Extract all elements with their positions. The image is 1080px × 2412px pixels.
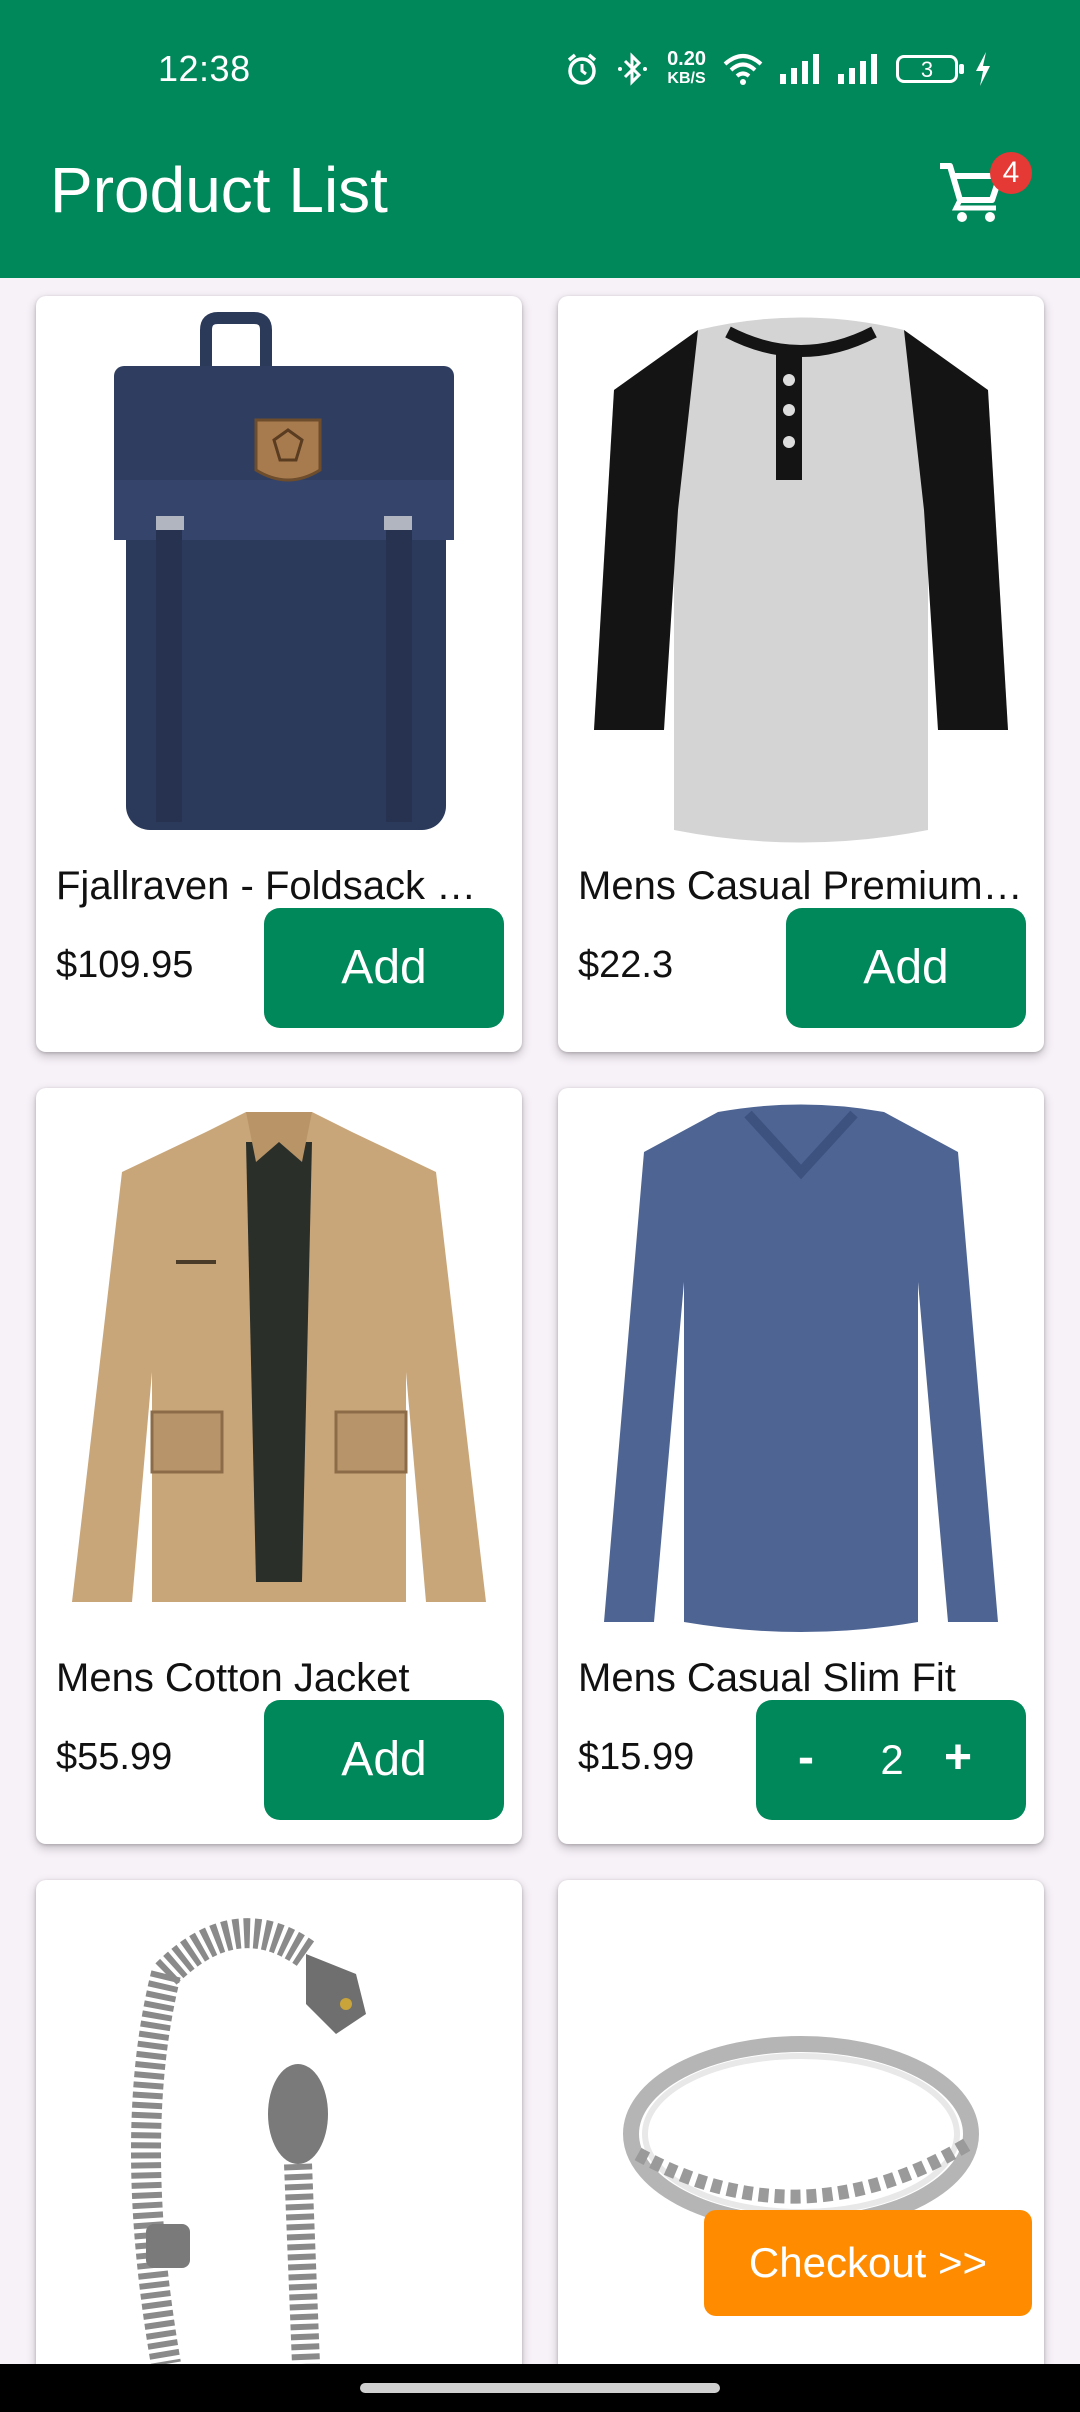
product-price: $109.95 bbox=[56, 944, 194, 986]
add-to-cart-button[interactable]: Add bbox=[264, 1700, 504, 1820]
product-image-dragon-bracelet bbox=[131, 1918, 366, 2367]
network-speed-value: 0.20 bbox=[667, 48, 706, 70]
network-speed: 0.20 KB/S bbox=[667, 49, 706, 89]
home-gesture-bar[interactable] bbox=[360, 2383, 720, 2393]
product-price: $55.99 bbox=[56, 1736, 173, 1778]
product-card[interactable]: Fjallraven - Foldsack No. 1 Backpack, Fi… bbox=[36, 296, 522, 1052]
product-price: $22.3 bbox=[578, 944, 674, 986]
status-bar: 12:38 0.20 KB/S 3 bbox=[0, 0, 1080, 140]
checkout-button[interactable]: Checkout >> bbox=[704, 2210, 1032, 2316]
product-card[interactable]: Mens Cotton Jacket $55.99 Add bbox=[36, 1088, 522, 1844]
product-card[interactable] bbox=[558, 1880, 1044, 2400]
product-name: Mens Casual Slim Fit bbox=[578, 1656, 956, 1700]
bluetooth-icon bbox=[618, 52, 648, 86]
system-navigation-bar bbox=[0, 2364, 1080, 2412]
add-to-cart-button[interactable]: Add bbox=[264, 908, 504, 1028]
increase-quantity-button[interactable]: + bbox=[944, 1700, 972, 1816]
app-header: 12:38 0.20 KB/S 3 Product List 4 bbox=[0, 0, 1080, 278]
product-image-cotton-jacket bbox=[72, 1112, 486, 1602]
status-time: 12:38 bbox=[158, 48, 251, 89]
charging-icon bbox=[976, 52, 990, 86]
product-price: $15.99 bbox=[578, 1736, 695, 1778]
product-name: Mens Cotton Jacket bbox=[56, 1656, 410, 1700]
product-image-backpack bbox=[114, 312, 454, 830]
product-name: Fjallraven - Foldsack No. 1 Backpack, Fi… bbox=[56, 864, 502, 908]
add-to-cart-button[interactable]: Add bbox=[786, 908, 1026, 1028]
alarm-icon bbox=[567, 53, 597, 85]
product-name: Mens Casual Premium Slim Fit T-Shirts bbox=[578, 864, 1024, 908]
status-icons: 0.20 KB/S 3 bbox=[565, 44, 992, 94]
quantity-stepper: - 2 + bbox=[756, 1700, 1026, 1820]
battery-level: 3 bbox=[920, 57, 934, 82]
product-image-long-sleeve-shirt bbox=[604, 1104, 998, 1632]
wifi-icon bbox=[723, 54, 763, 85]
product-card[interactable]: Mens Casual Premium Slim Fit T-Shirts $2… bbox=[558, 296, 1044, 1052]
decrease-quantity-button[interactable]: - bbox=[798, 1700, 814, 1816]
page-title: Product List bbox=[50, 154, 388, 226]
quantity-value: 2 bbox=[880, 1736, 904, 1783]
battery-icon: 3 bbox=[896, 55, 964, 83]
product-image-silver-ring bbox=[623, 2036, 979, 2232]
product-card[interactable] bbox=[36, 1880, 522, 2400]
signal-icon bbox=[838, 54, 877, 84]
product-image-henley-shirt bbox=[594, 317, 1008, 843]
signal-icon bbox=[780, 54, 819, 84]
cart-count-badge: 4 bbox=[990, 152, 1032, 194]
network-speed-unit: KB/S bbox=[667, 70, 706, 87]
product-card[interactable]: Mens Casual Slim Fit $15.99 - 2 + bbox=[558, 1088, 1044, 1844]
